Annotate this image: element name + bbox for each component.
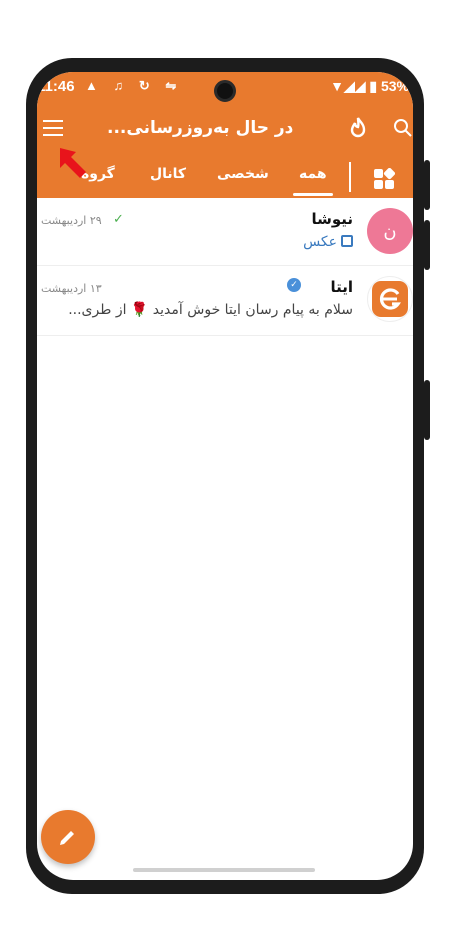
eitaa-logo-icon: [372, 281, 408, 317]
chat-name: ایتا: [330, 278, 353, 296]
chat-name: نیوشا: [311, 210, 353, 228]
chat-row[interactable]: ن نیوشا ✓ ۲۹ اردیبهشت عکس: [37, 198, 413, 266]
verified-icon: ✓: [287, 278, 301, 292]
folders-icon[interactable]: [373, 168, 395, 190]
power-button: [424, 380, 430, 440]
read-check-icon: ✓: [113, 212, 124, 227]
new-message-button[interactable]: [41, 810, 95, 864]
chat-date: ۲۹ اردیبهشت: [41, 214, 102, 227]
photo-icon: [341, 235, 353, 247]
tab-personal[interactable]: شخصی: [217, 166, 269, 182]
chat-preview-text: عکس: [303, 234, 337, 250]
chat-row[interactable]: ایتا ✓ ۱۳ اردیبهشت سلام به پیام رسان ایت…: [37, 266, 413, 336]
fire-icon[interactable]: [347, 116, 369, 140]
chat-date: ۱۳ اردیبهشت: [41, 282, 102, 295]
volume-button: [424, 160, 430, 210]
status-bar: 11:46 ▲ ♫ ↻ ⇋ ▼◢◢ ▮ 53%: [37, 72, 413, 102]
chat-preview: عکس: [303, 234, 353, 250]
avatar: ن: [367, 208, 413, 254]
search-icon[interactable]: [393, 118, 413, 138]
signal-icon: ▼◢◢ ▮: [330, 78, 378, 94]
volume-button: [424, 220, 430, 270]
status-icons: ▼◢◢ ▮ 53%: [330, 78, 409, 95]
battery-level: 53%: [380, 78, 409, 94]
hint-arrow-icon: [60, 148, 86, 178]
home-indicator: [133, 868, 315, 872]
status-time: 11:46: [37, 78, 75, 95]
tab-all[interactable]: همه: [293, 166, 333, 196]
pencil-icon: [60, 831, 74, 845]
notification-icons: ▲ ♫ ↻ ⇋: [85, 78, 183, 93]
chat-preview: سلام به پیام رسان ایتا خوش آمدید 🌹 از طر…: [68, 302, 353, 318]
camera-cutout: [214, 80, 236, 102]
app-title: در حال به‌روزرسانی...: [107, 118, 294, 138]
avatar-letter: ن: [383, 220, 397, 242]
screen: 11:46 ▲ ♫ ↻ ⇋ ▼◢◢ ▮ 53% در حال به‌روزرسا…: [37, 72, 413, 880]
tab-channel[interactable]: کانال: [150, 166, 186, 182]
avatar: [367, 276, 413, 322]
chat-list: ن نیوشا ✓ ۲۹ اردیبهشت عکس ایتا ✓ ۱۳ اردی…: [37, 198, 413, 336]
menu-icon[interactable]: [43, 120, 63, 136]
tab-divider: [349, 162, 351, 192]
